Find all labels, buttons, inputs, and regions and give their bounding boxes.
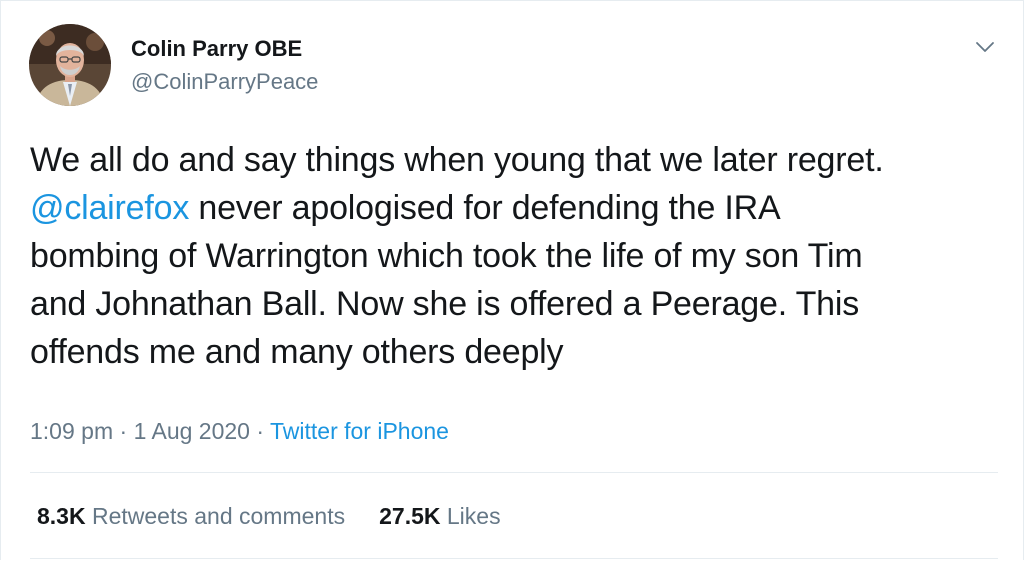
tweet-date[interactable]: 1 Aug 2020 (134, 418, 250, 444)
author-handle[interactable]: @ColinParryPeace (131, 68, 318, 96)
profile-photo-icon (29, 24, 111, 106)
retweets-label: Retweets and comments (85, 503, 346, 529)
tweet-text-line: and Johnathan Ball. Now she is offered a… (30, 285, 860, 323)
divider (30, 472, 998, 473)
mention-link[interactable]: @clairefox (30, 189, 189, 227)
tweet-text-line: bombing of Warrington which took the lif… (30, 237, 863, 275)
meta-separator: · (249, 418, 270, 444)
tweet-time[interactable]: 1:09 pm (30, 418, 113, 444)
tweet-text-segment: never apologised for defending the IRA (189, 189, 781, 227)
likes-stat[interactable]: 27.5K Likes (379, 501, 500, 531)
tweet-text-line: @clairefox never apologised for defendin… (30, 184, 1000, 232)
divider (30, 558, 998, 559)
likes-label: Likes (440, 503, 501, 529)
retweets-count: 8.3K (37, 503, 86, 529)
meta-separator: · (113, 418, 134, 444)
tweet-source-link[interactable]: Twitter for iPhone (270, 418, 449, 444)
tweet-text-line: We all do and say things when young that… (30, 141, 884, 179)
author-avatar[interactable] (29, 24, 111, 106)
tweet-text: We all do and say things when young that… (30, 136, 1000, 376)
tweet-menu-button[interactable] (973, 35, 997, 59)
retweets-stat[interactable]: 8.3K Retweets and comments (37, 501, 345, 531)
tweet-stats: 8.3K Retweets and comments 27.5K Likes (37, 501, 535, 531)
tweet-meta: 1:09 pm · 1 Aug 2020 · Twitter for iPhon… (30, 416, 449, 446)
tweet-text-line: offends me and many others deeply (30, 333, 564, 371)
likes-count: 27.5K (379, 503, 441, 529)
author-name[interactable]: Colin Parry OBE (131, 35, 302, 63)
tweet-card: Colin Parry OBE @ColinParryPeace We all … (0, 0, 1024, 561)
chevron-down-icon (976, 42, 994, 52)
